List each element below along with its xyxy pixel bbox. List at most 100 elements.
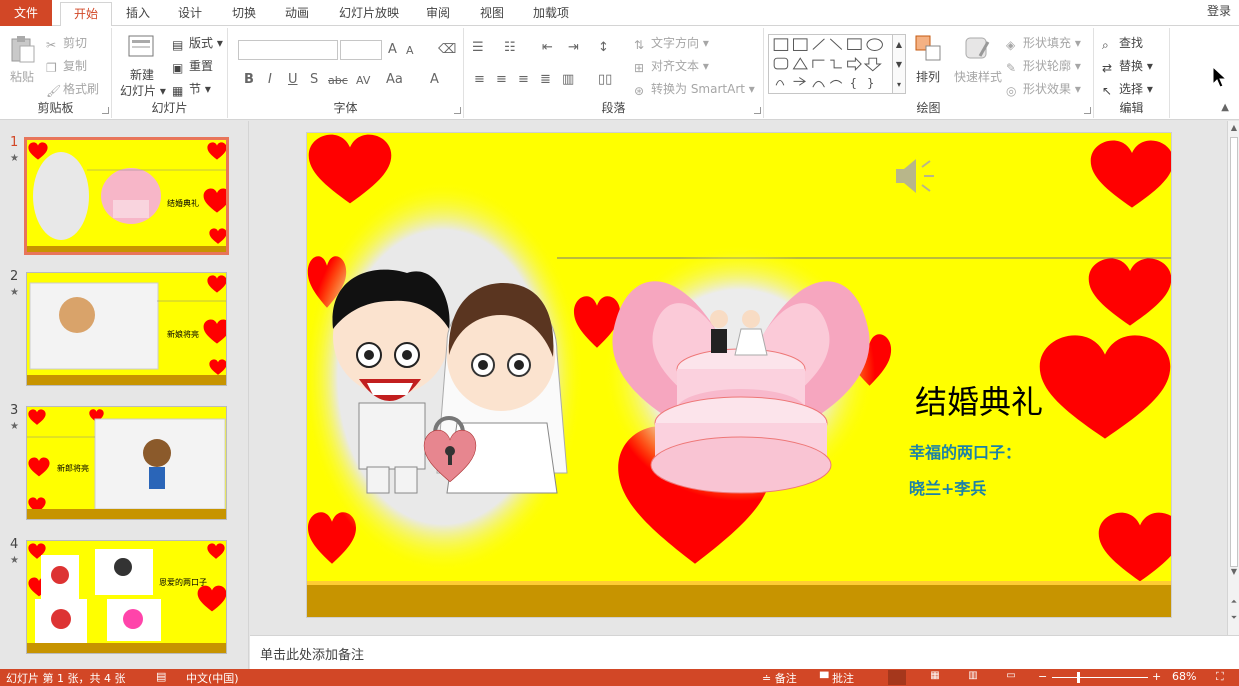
smartart-button[interactable]: ⊛ 转换为 SmartArt ▾	[634, 80, 755, 98]
notes-toggle[interactable]: ≐ 备注	[762, 670, 797, 686]
shadow-button[interactable]: S	[310, 72, 318, 87]
scrollbar-thumb[interactable]	[1230, 137, 1238, 567]
slide-subtitle-couple[interactable]: 幸福的两口子：	[909, 439, 1021, 463]
slide-subtitle-names[interactable]: 晓兰+李兵	[909, 475, 986, 499]
bold-button[interactable]: B	[244, 72, 254, 87]
align-text-button[interactable]: ⊞ 对齐文本 ▾	[634, 57, 709, 75]
quick-styles-button[interactable]: 快速样式	[954, 68, 1002, 85]
scroll-up-icon[interactable]: ▲	[1228, 123, 1239, 132]
next-slide-icon[interactable]: ⏷	[1228, 613, 1239, 623]
format-painter-button[interactable]: 🖌 格式刷	[46, 80, 99, 98]
scroll-down-icon[interactable]: ▼	[1228, 567, 1239, 576]
zoom-slider[interactable]	[1052, 677, 1148, 678]
columns-icon[interactable]: ▯▯	[598, 72, 612, 87]
drawing-launcher-icon[interactable]	[1084, 107, 1091, 114]
justify-icon[interactable]: ≣	[540, 72, 551, 87]
notes-pane[interactable]: 单击此处添加备注	[250, 635, 1239, 669]
slide-thumbnail-pane: 1 ★ 结婚典礼 2 ★ 新娘将亮 3 ★ 新郎将亮 4 ★ 恩爱的两口子	[0, 121, 249, 669]
underline-button[interactable]: U	[288, 72, 298, 87]
tab-view[interactable]: 视图	[472, 0, 512, 26]
tab-file[interactable]: 文件	[0, 0, 52, 26]
distribute-icon[interactable]: ▥	[562, 72, 574, 87]
font-size-combo[interactable]	[340, 40, 382, 60]
slide-thumbnail-4[interactable]: 恩爱的两口子	[26, 540, 227, 654]
new-slide-icon	[128, 35, 154, 57]
reading-view-icon[interactable]: ▥	[964, 670, 982, 685]
tab-transitions[interactable]: 切换	[224, 0, 264, 26]
zoom-slider-knob[interactable]	[1077, 672, 1080, 683]
ribbon-tab-bar: 文件 开始 插入 设计 切换 动画 幻灯片放映 审阅 视图 加载项 登录	[0, 0, 1239, 27]
shapes-scroll[interactable]: ▲ ▼ ▾	[892, 34, 906, 94]
tab-home[interactable]: 开始	[60, 2, 112, 27]
drawing-group: { } ▲ ▼ ▾ 排列 快速样式 ◈ 形状填充 ▾ ✎ 形状轮廓 ▾ ◎ 形状效果 ▾ …	[764, 28, 1094, 118]
find-button[interactable]: ⌕ 查找	[1102, 34, 1143, 52]
numbering-icon[interactable]: ☷	[504, 40, 516, 55]
text-direction-button[interactable]: ⇅ 文字方向 ▾	[634, 34, 709, 52]
italic-button[interactable]: I	[268, 72, 272, 87]
tab-animations[interactable]: 动画	[277, 0, 317, 26]
speaker-icon[interactable]	[892, 155, 938, 197]
shape-outline-button[interactable]: ✎ 形状轮廓 ▾	[1006, 57, 1081, 75]
change-case-button[interactable]: Aa	[386, 72, 403, 87]
grow-font-button[interactable]: A	[388, 42, 397, 57]
arrange-button[interactable]: 排列	[916, 68, 940, 85]
zoom-level[interactable]: 68%	[1172, 670, 1196, 683]
font-name-combo[interactable]	[238, 40, 338, 60]
collapse-ribbon-icon[interactable]: ▲	[1221, 102, 1229, 113]
font-launcher-icon[interactable]	[454, 107, 461, 114]
shape-effects-button[interactable]: ◎ 形状效果 ▾	[1006, 80, 1081, 98]
zoom-out-icon[interactable]: −	[1038, 670, 1047, 683]
language-indicator[interactable]: 中文(中国)	[186, 670, 239, 686]
align-center-icon[interactable]: ≡	[496, 72, 507, 87]
slide-thumbnail-3[interactable]: 新郎将亮	[26, 406, 227, 520]
spellcheck-icon[interactable]: ▤	[156, 670, 166, 683]
comments-toggle[interactable]: ▀ 批注	[820, 670, 854, 686]
tab-insert[interactable]: 插入	[118, 0, 158, 26]
smartart-icon: ⊛	[634, 84, 645, 98]
reset-button[interactable]: ▣ 重置	[172, 57, 213, 75]
slide-thumbnail-2[interactable]: 新娘将亮	[26, 272, 227, 386]
clipboard-launcher-icon[interactable]	[102, 107, 109, 114]
shrink-font-button[interactable]: A	[406, 44, 414, 57]
previous-slide-icon[interactable]: ⏶	[1228, 597, 1239, 607]
decrease-indent-icon[interactable]: ⇤	[542, 40, 553, 55]
bullets-icon[interactable]: ☰	[472, 40, 484, 55]
thumb-2-title: 新娘将亮	[167, 330, 199, 339]
align-right-icon[interactable]: ≡	[518, 72, 529, 87]
replace-button[interactable]: ⇄ 替换 ▾	[1102, 57, 1153, 75]
tab-addins[interactable]: 加载项	[526, 0, 576, 26]
new-slide-dropdown[interactable]: 幻灯片 ▾	[120, 82, 166, 99]
paragraph-launcher-icon[interactable]	[754, 107, 761, 114]
clear-format-icon[interactable]: ⌫	[438, 42, 456, 57]
current-slide[interactable]: 结婚典礼 幸福的两口子： 晓兰+李兵	[306, 132, 1172, 618]
strikethrough-button[interactable]: abc	[328, 74, 348, 87]
vertical-scrollbar[interactable]: ▲ ▼ ⏶ ⏷	[1227, 121, 1239, 635]
line-spacing-icon[interactable]: ↕	[598, 40, 609, 55]
slide-title[interactable]: 结婚典礼	[915, 377, 1043, 423]
layout-button[interactable]: ▤ 版式 ▾	[172, 34, 223, 52]
slideshow-view-icon[interactable]: ▭	[1002, 670, 1020, 685]
slide-thumbnail-1[interactable]: 结婚典礼	[24, 137, 229, 255]
normal-view-icon[interactable]	[888, 670, 906, 685]
fit-slide-icon[interactable]: ⛶	[1216, 670, 1224, 684]
notes-placeholder[interactable]: 单击此处添加备注	[260, 644, 364, 663]
increase-indent-icon[interactable]: ⇥	[568, 40, 579, 55]
tab-design[interactable]: 设计	[170, 0, 210, 26]
reset-icon: ▣	[172, 61, 184, 75]
align-left-icon[interactable]: ≡	[474, 72, 485, 87]
copy-button[interactable]: ❐ 复制	[46, 57, 87, 75]
section-button[interactable]: ▦ 节 ▾	[172, 80, 211, 98]
char-spacing-button[interactable]: AV	[356, 74, 370, 87]
sign-in-link[interactable]: 登录	[1207, 0, 1231, 22]
zoom-in-icon[interactable]: +	[1152, 670, 1161, 683]
tab-slideshow[interactable]: 幻灯片放映	[332, 0, 406, 26]
shape-fill-button[interactable]: ◈ 形状填充 ▾	[1006, 34, 1081, 52]
font-color-button[interactable]: A	[430, 72, 439, 87]
select-button[interactable]: ↖ 选择 ▾	[1102, 80, 1153, 98]
cut-button[interactable]: ✂ 剪切	[46, 34, 87, 52]
slide-sorter-icon[interactable]: ▦	[926, 670, 944, 685]
tab-review[interactable]: 审阅	[420, 0, 456, 26]
shapes-gallery[interactable]: { }	[768, 34, 906, 94]
new-slide-button[interactable]: 新建	[130, 66, 154, 83]
paste-button[interactable]: 粘贴	[10, 68, 34, 85]
